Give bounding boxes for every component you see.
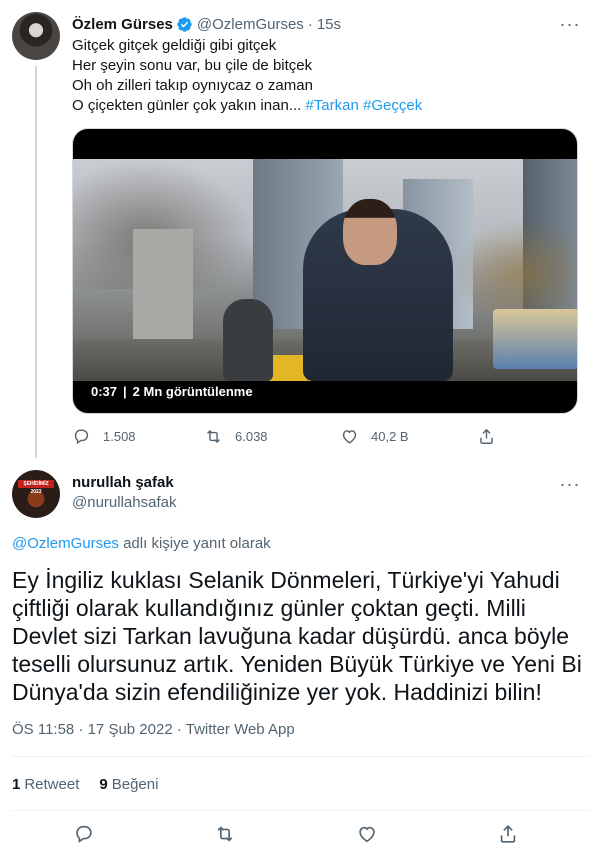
video-view-count: 2 Mn görüntülenme [132, 383, 253, 399]
parent-tweet-time[interactable]: 15s [317, 16, 341, 33]
like-button[interactable]: 40,2 B [340, 424, 409, 448]
video-duration: 0:37 [91, 383, 118, 399]
tweet-text-line: Her şeyin sonu var, bu çile de bitçek [72, 57, 313, 74]
main-author-avatar[interactable]: ŞEHİDİMİZ 2023 [12, 470, 60, 518]
retweet-icon [207, 429, 220, 443]
share-icon [500, 825, 516, 843]
reply-mention-link[interactable]: @OzlemGurses [12, 535, 119, 552]
tweet-text-line: Devlet sizi Tarkan lavuğuna kadar düşürd… [12, 623, 570, 649]
video-scene-passerby [223, 299, 273, 381]
heart-icon [359, 826, 375, 843]
header-separator: · [307, 15, 313, 33]
tweet-timestamp-and-source[interactable]: ÖS 11:58 · 17 Şub 2022 · Twitter Web App [12, 721, 295, 738]
video-player[interactable]: 0:37 | 2 Mn görüntülenme [72, 128, 578, 414]
main-author-handle[interactable]: @nurullahsafak [72, 494, 176, 511]
hashtag-link[interactable]: #Geççek [363, 97, 422, 114]
reply-button[interactable]: 1.508 [72, 424, 136, 448]
video-scene-wall [133, 229, 193, 349]
parent-author-avatar[interactable] [12, 12, 60, 60]
avatar-badge-text: ŞEHİDİMİZ 2023 [18, 480, 54, 495]
share-button[interactable] [477, 424, 496, 448]
tweet-stats: 1 Retweet 9 Beğeni [12, 774, 178, 794]
parent-author-name[interactable]: Özlem Gürses [72, 16, 173, 33]
retweet-button[interactable]: 6.038 [204, 424, 268, 448]
share-button[interactable] [494, 820, 522, 848]
reply-button[interactable] [70, 820, 98, 848]
thread-connector-line [35, 66, 37, 458]
retweet-count: 6.038 [235, 428, 268, 444]
retweet-stat-label: Retweet [24, 775, 80, 793]
like-count: 40,2 B [371, 428, 409, 444]
tweet-text-fragment: O çiçekten günler çok yakın inan... [72, 97, 302, 114]
tweet-text-line: Gitçek gitçek geldiği gibi gitçek [72, 37, 277, 54]
replying-to-line: @OzlemGurses adlı kişiye yanıt olarak [12, 535, 271, 552]
more-icon[interactable]: ··· [560, 14, 580, 34]
reply-to-suffix: adlı kişiye yanıt olarak [123, 535, 271, 552]
tweet-text-line: teselli olursunuz artık. Yeniden Büyük T… [12, 651, 582, 677]
parent-tweet[interactable]: Özlem Gürses @OzlemGurses · 15s ··· Gitç… [0, 0, 602, 458]
divider [12, 756, 590, 757]
main-tweet-text: Ey İngiliz kuklası Selanik Dönmeleri, Tü… [12, 566, 592, 706]
tweet-text-line: Oh oh zilleri takıp oynıycaz o zaman [72, 77, 313, 94]
video-badge-separator: | [123, 383, 127, 399]
tweet-text-line: Dünya'da sizin efendiliğinize yer yok. H… [12, 679, 542, 705]
retweet-stat-count: 1 [12, 775, 21, 793]
tweet-text-line-with-hashtags: O çiçekten günler çok yakın inan... #Tar… [72, 96, 582, 116]
main-tweet-actions [0, 820, 602, 848]
video-duration-badge: 0:37 | 2 Mn görüntülenme [85, 381, 259, 401]
parent-tweet-actions: 1.508 6.038 40,2 B [72, 424, 512, 448]
retweet-button[interactable] [211, 820, 239, 848]
hashtag-link[interactable]: #Tarkan [305, 97, 358, 114]
more-icon[interactable]: ··· [560, 474, 580, 494]
reply-icon [74, 428, 89, 444]
like-button[interactable] [353, 820, 381, 848]
focused-tweet: ŞEHİDİMİZ 2023 nurullah şafak @nurullahs… [0, 458, 602, 867]
retweet-stat-link[interactable]: 1 Retweet [12, 776, 79, 793]
divider [12, 810, 590, 811]
video-scene-person-head [343, 199, 397, 265]
reply-count: 1.508 [103, 428, 136, 444]
tweet-text-line: Ey İngiliz kuklası Selanik Dönmeleri, Tü… [12, 567, 560, 593]
heart-icon [342, 429, 357, 444]
like-stat-link[interactable]: 9 Beğeni [99, 776, 158, 793]
reply-icon [76, 825, 92, 843]
retweet-icon [217, 826, 233, 842]
verified-badge-icon [177, 16, 192, 32]
parent-tweet-text: Gitçek gitçek geldiği gibi gitçek Her şe… [72, 36, 582, 116]
main-author-name[interactable]: nurullah şafak [72, 474, 174, 491]
like-stat-count: 9 [99, 775, 108, 793]
tweet-text-line: çiftliği olarak kullandığınız günler çok… [12, 595, 526, 621]
like-stat-label: Beğeni [111, 775, 159, 793]
share-icon [480, 428, 493, 444]
video-scene-cart [493, 309, 577, 369]
parent-author-handle[interactable]: @OzlemGurses [197, 16, 304, 33]
video-frame[interactable] [73, 159, 577, 381]
parent-tweet-header: Özlem Gürses @OzlemGurses · 15s [72, 14, 341, 34]
